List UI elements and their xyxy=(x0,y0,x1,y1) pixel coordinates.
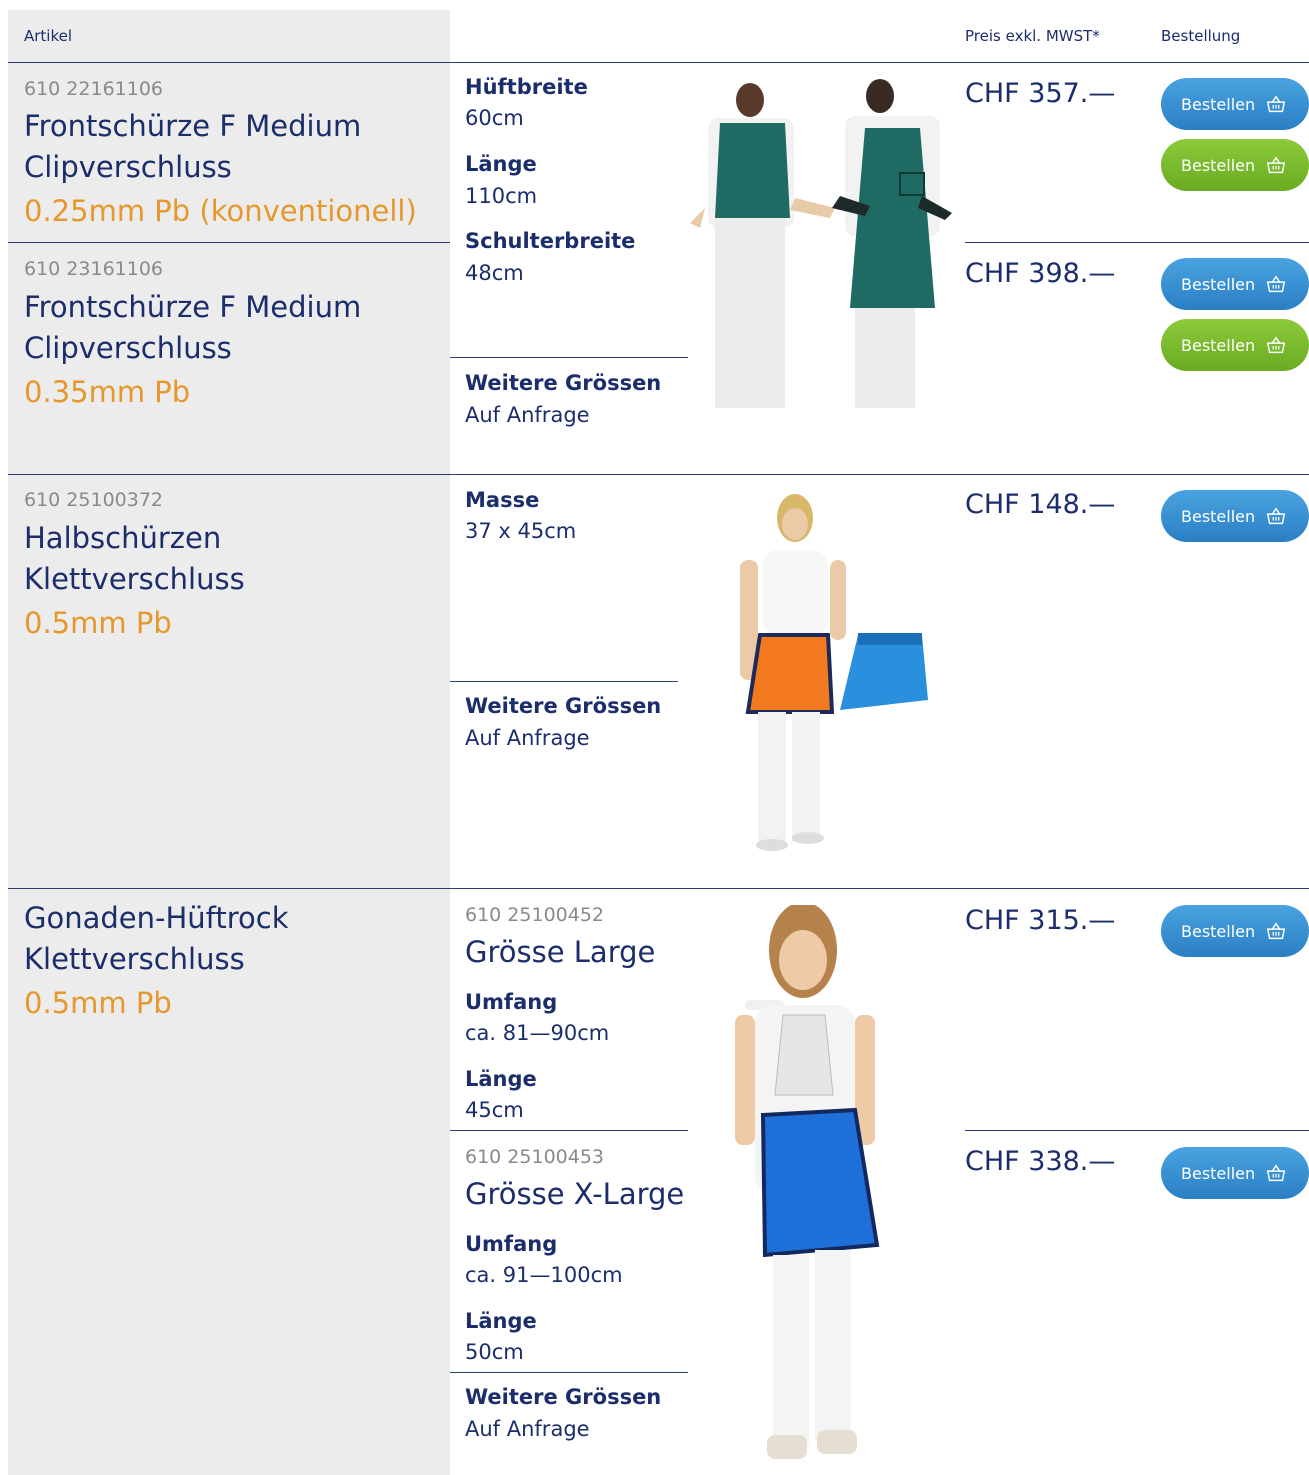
shopping-basket-icon xyxy=(1267,922,1286,940)
shopping-basket-icon xyxy=(1267,275,1286,293)
divider xyxy=(8,888,1309,889)
spec-label-schulterbreite: Schulterbreite xyxy=(465,229,636,253)
order-button[interactable]: Bestellen xyxy=(1161,258,1309,310)
variant-article-number: 610 25100453 xyxy=(465,1146,605,1168)
article-number: 610 22161106 xyxy=(24,78,164,100)
article-number: 610 25100372 xyxy=(24,489,164,511)
spec-label-hueftbreite: Hüftbreite xyxy=(465,75,588,99)
product-title-line: Klettverschluss xyxy=(24,562,245,596)
header-preis: Preis exkl. MWST* xyxy=(965,27,1100,45)
spec-value-hueftbreite: 60cm xyxy=(465,106,524,130)
divider xyxy=(965,1130,1309,1131)
weitere-groessen-label: Weitere Grössen xyxy=(465,1385,662,1409)
spec-value-laenge: 110cm xyxy=(465,184,538,208)
divider xyxy=(450,357,688,358)
header-bestellung: Bestellung xyxy=(1161,27,1241,45)
spec-label-umfang: Umfang xyxy=(465,1232,558,1256)
price: CHF 148.— xyxy=(965,489,1116,520)
order-button[interactable]: Bestellen xyxy=(1161,490,1309,542)
weitere-groessen-value: Auf Anfrage xyxy=(465,1417,590,1441)
order-button-label: Bestellen xyxy=(1181,335,1256,355)
divider xyxy=(450,1372,688,1373)
half-apron-photo xyxy=(700,490,960,865)
product-title-line: Clipverschluss xyxy=(24,150,232,184)
shopping-basket-icon xyxy=(1267,507,1286,525)
shopping-basket-icon xyxy=(1267,95,1286,113)
spec-value-laenge: 45cm xyxy=(465,1098,524,1122)
divider xyxy=(8,62,1309,63)
product-title-line: Klettverschluss xyxy=(24,942,245,976)
variant-size: Grösse X-Large xyxy=(465,1177,685,1211)
lead-spec: 0.25mm Pb (konventionell) xyxy=(24,194,417,228)
spec-label-umfang: Umfang xyxy=(465,990,558,1014)
product-title: Gonaden-Hüftrock Klettverschluss xyxy=(24,898,288,980)
lead-spec: 0.5mm Pb xyxy=(24,606,172,640)
order-button[interactable]: Bestellen xyxy=(1161,905,1309,957)
divider xyxy=(8,474,1309,475)
spec-value-laenge: 50cm xyxy=(465,1340,524,1364)
order-button-label: Bestellen xyxy=(1181,1163,1256,1183)
front-apron-photo xyxy=(690,78,965,418)
article-number: 610 23161106 xyxy=(24,258,164,280)
order-button[interactable]: Bestellen xyxy=(1161,139,1309,191)
divider xyxy=(965,242,1309,243)
order-button[interactable]: Bestellen xyxy=(1161,319,1309,371)
gonad-skirt-photo xyxy=(705,905,895,1470)
product-title-line: Frontschürze F Medium xyxy=(24,109,362,143)
product-title-line: Clipverschluss xyxy=(24,331,232,365)
spec-label-masse: Masse xyxy=(465,488,540,512)
shopping-basket-icon xyxy=(1267,156,1286,174)
weitere-groessen-value: Auf Anfrage xyxy=(465,726,590,750)
spec-label-laenge: Länge xyxy=(465,1067,537,1091)
product-title-line: Frontschürze F Medium xyxy=(24,290,362,324)
price: CHF 315.— xyxy=(965,905,1116,936)
price: CHF 357.— xyxy=(965,78,1116,109)
spec-value-schulterbreite: 48cm xyxy=(465,261,524,285)
product-title: Frontschürze F Medium Clipverschluss xyxy=(24,287,361,369)
variant-article-number: 610 25100452 xyxy=(465,904,605,926)
product-title: Halbschürzen Klettverschluss xyxy=(24,518,245,600)
header-artikel: Artikel xyxy=(24,27,73,45)
lead-spec: 0.35mm Pb xyxy=(24,375,191,409)
spec-value-umfang: ca. 81—90cm xyxy=(465,1021,610,1045)
shopping-basket-icon xyxy=(1267,1164,1286,1182)
spec-label-laenge: Länge xyxy=(465,152,537,176)
order-button[interactable]: Bestellen xyxy=(1161,78,1309,130)
weitere-groessen-value: Auf Anfrage xyxy=(465,403,590,427)
order-button-label: Bestellen xyxy=(1181,155,1256,175)
price: CHF 338.— xyxy=(965,1146,1116,1177)
divider xyxy=(450,1130,688,1131)
divider xyxy=(8,242,450,243)
weitere-groessen-label: Weitere Grössen xyxy=(465,694,662,718)
product-title: Frontschürze F Medium Clipverschluss xyxy=(24,106,361,188)
spec-value-masse: 37 x 45cm xyxy=(465,519,577,543)
product-title-line: Gonaden-Hüftrock xyxy=(24,901,289,935)
order-button-label: Bestellen xyxy=(1181,274,1256,294)
weitere-groessen-label: Weitere Grössen xyxy=(465,371,662,395)
order-button-label: Bestellen xyxy=(1181,94,1256,114)
spec-value-umfang: ca. 91—100cm xyxy=(465,1263,623,1287)
order-button-label: Bestellen xyxy=(1181,921,1256,941)
divider xyxy=(450,681,678,682)
article-column-background xyxy=(8,10,450,1475)
variant-size: Grösse Large xyxy=(465,935,656,969)
price: CHF 398.— xyxy=(965,258,1116,289)
shopping-basket-icon xyxy=(1267,336,1286,354)
spec-label-laenge: Länge xyxy=(465,1309,537,1333)
order-button-label: Bestellen xyxy=(1181,506,1256,526)
product-title-line: Halbschürzen xyxy=(24,521,222,555)
lead-spec: 0.5mm Pb xyxy=(24,986,172,1020)
order-button[interactable]: Bestellen xyxy=(1161,1147,1309,1199)
